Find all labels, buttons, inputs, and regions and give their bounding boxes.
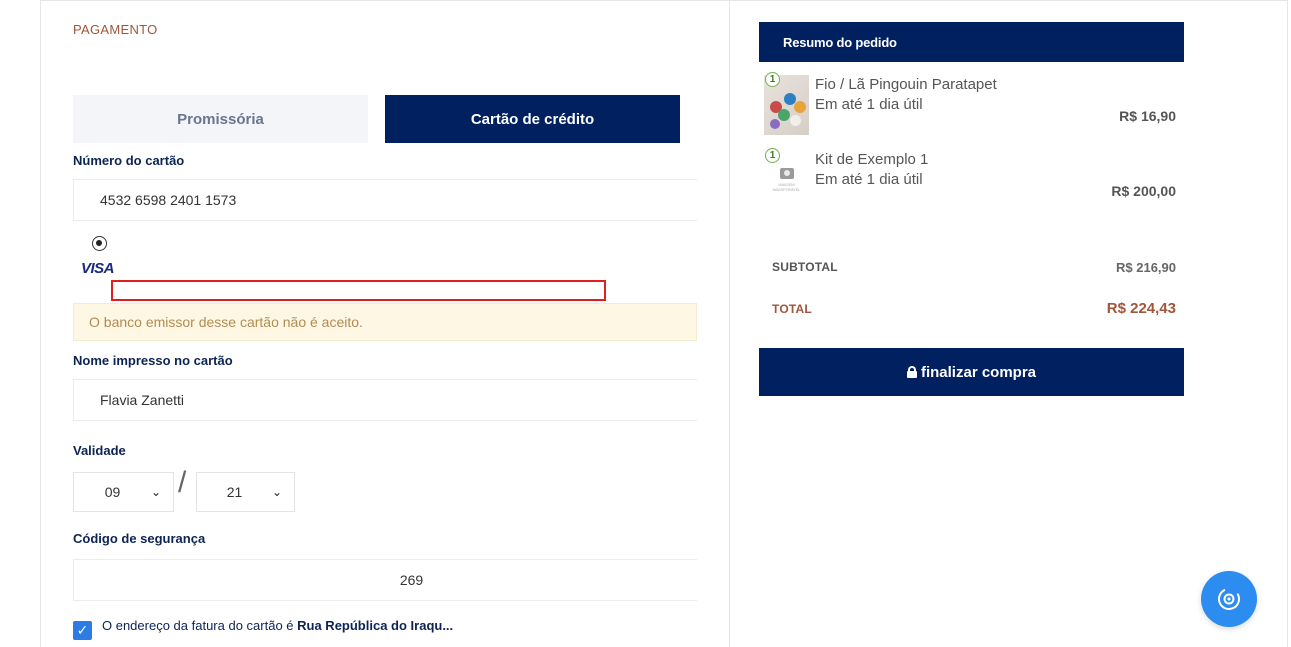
order-summary-header: Resumo do pedido — [759, 22, 1184, 62]
card-number-label: Número do cartão — [73, 153, 185, 168]
item-delivery: Em até 1 dia útil — [815, 96, 923, 113]
total-value: R$ 224,43 — [1106, 300, 1176, 317]
expiry-year-value: 21 — [226, 484, 243, 500]
checkmark-icon: ✓ — [76, 622, 89, 638]
item-quantity-badge: 1 — [765, 72, 780, 87]
right-divider — [1287, 0, 1288, 647]
expiry-label: Validade — [73, 443, 126, 458]
yarn-ball-green — [778, 109, 790, 121]
item-price: R$ 16,90 — [1119, 108, 1176, 124]
item-quantity-badge: 1 — [765, 148, 780, 163]
subtotal-label: SUBTOTAL — [772, 260, 838, 274]
item-price: R$ 200,00 — [1111, 183, 1176, 199]
card-warning-text: O banco emissor desse cartão não é aceit… — [89, 314, 363, 330]
finalize-purchase-label: finalizar compra — [920, 363, 1037, 381]
cvv-input[interactable]: 269 — [73, 559, 697, 601]
chevron-down-icon: ⌄ — [272, 485, 283, 499]
billing-address-checkbox[interactable]: ✓ — [73, 621, 92, 640]
yarn-ball-purple — [770, 119, 780, 129]
expiry-month-select[interactable]: 09 ⌄ — [73, 472, 174, 512]
subtotal-value: R$ 216,90 — [1116, 260, 1176, 275]
chat-widget-button[interactable] — [1201, 571, 1257, 627]
card-brand-radio[interactable] — [92, 236, 107, 251]
expiry-year-select[interactable]: 21 ⌄ — [196, 472, 295, 512]
visa-logo-text: VISA — [81, 260, 115, 277]
chevron-down-icon: ⌄ — [151, 485, 162, 499]
chat-widget-icon — [1218, 588, 1240, 610]
visa-logo: VISA — [81, 260, 115, 277]
expiry-month-value: 09 — [104, 484, 121, 500]
item-delivery: Em até 1 dia útil — [815, 171, 923, 188]
payment-section-title: PAGAMENTO — [73, 22, 158, 37]
billing-address-text: O endereço da fatura do cartão é Rua Rep… — [102, 618, 453, 633]
yarn-ball-white — [790, 115, 801, 126]
highlighted-empty-field — [111, 280, 606, 301]
lock-icon — [906, 366, 917, 378]
cvv-label: Código de segurança — [73, 531, 206, 546]
billing-address-value: Rua República do Iraqu... — [297, 618, 454, 633]
card-number-input[interactable]: 4532 6598 2401 1573 — [73, 179, 697, 221]
total-label: TOTAL — [772, 302, 812, 316]
item-name[interactable]: Fio / Lã Pingouin Paratapet — [815, 76, 997, 93]
expiry-separator: / — [178, 466, 187, 499]
item-name[interactable]: Kit de Exemplo 1 — [815, 151, 928, 168]
checkout-page: PAGAMENTO Promissória Cartão de crédito … — [0, 0, 1291, 647]
camera-icon — [779, 168, 794, 179]
cardholder-name-input[interactable]: Flavia Zanetti — [73, 379, 697, 421]
image-unavailable-text: IMAGEM INDISPONÍVEL — [772, 182, 801, 192]
card-warning-alert: O banco emissor desse cartão não é aceit… — [73, 303, 697, 341]
tab-promissoria[interactable]: Promissória — [73, 95, 368, 143]
finalize-purchase-button[interactable]: finalizar compra — [759, 348, 1184, 396]
yarn-ball-orange — [794, 101, 806, 113]
cardholder-name-label: Nome impresso no cartão — [73, 353, 233, 368]
tab-credit-card[interactable]: Cartão de crédito — [385, 95, 680, 143]
billing-address-prefix: O endereço da fatura do cartão é — [102, 618, 298, 633]
